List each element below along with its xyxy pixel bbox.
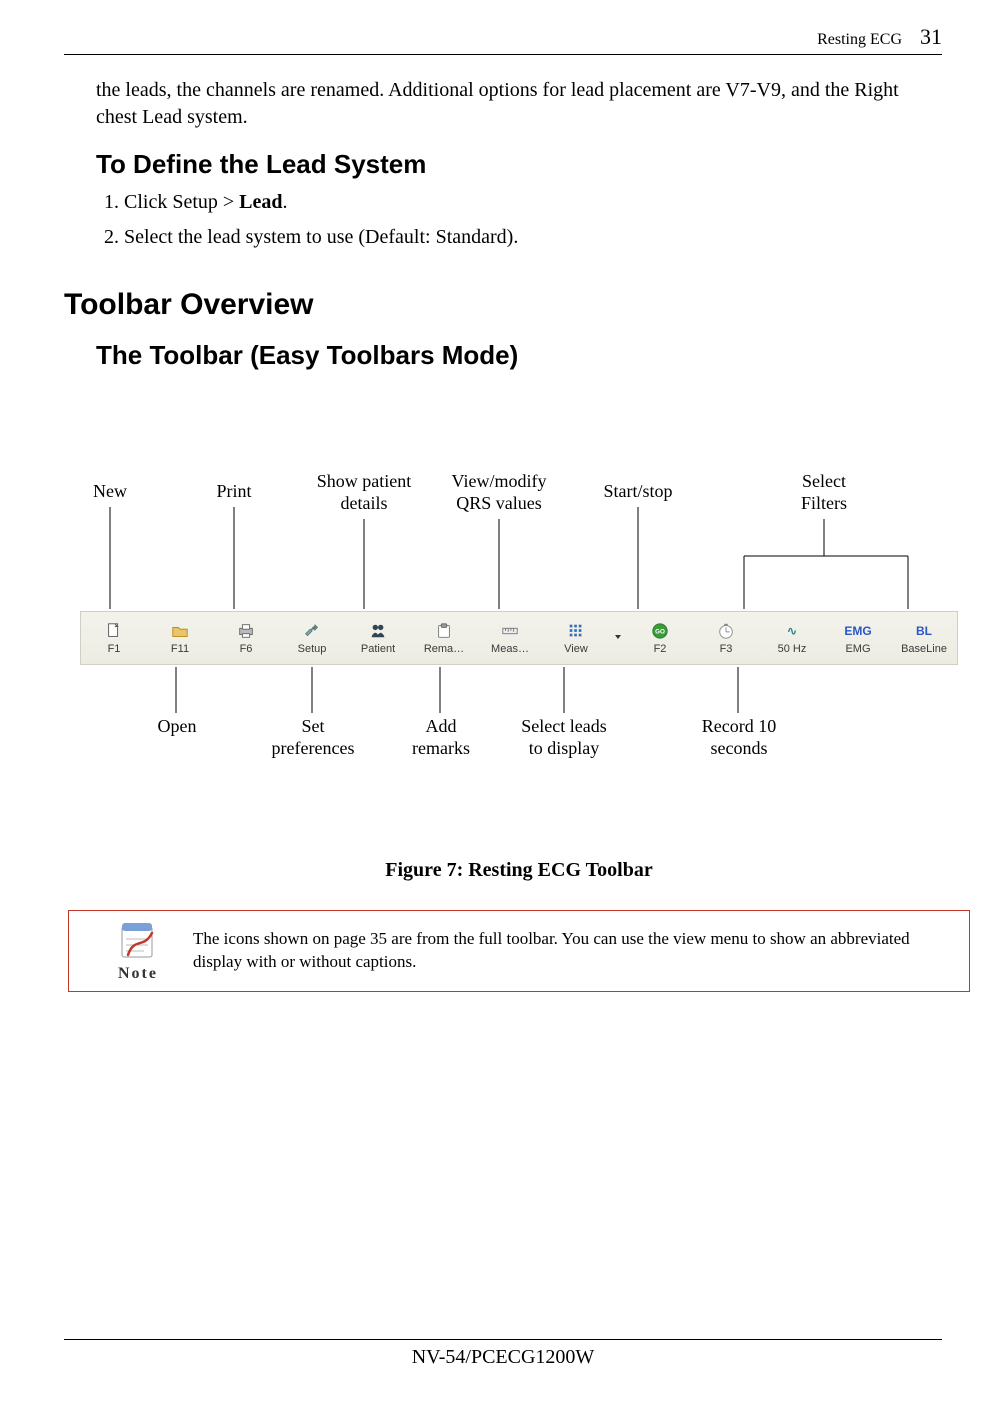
- notepad-icon: [114, 919, 162, 963]
- toolbar-caption: F2: [654, 643, 667, 655]
- clock-icon: [717, 621, 735, 641]
- callout-filters: Select Filters: [784, 471, 864, 514]
- header-section: Resting ECG: [817, 31, 902, 49]
- open-icon: [171, 621, 189, 641]
- drop-icon: [613, 627, 623, 647]
- callout-print: Print: [204, 481, 264, 503]
- toolbar-caption: View: [564, 643, 588, 655]
- toolbar-caption: F6: [240, 643, 253, 655]
- toolbar-btn-setup[interactable]: Setup: [279, 612, 345, 664]
- callout-new: New: [82, 481, 138, 503]
- toolbar-btn-f3[interactable]: F3: [693, 612, 759, 664]
- toolbar-btn-emg[interactable]: EMG EMG: [825, 612, 891, 664]
- callout-patient: Show patient details: [304, 471, 424, 514]
- toolbar-btn-patient[interactable]: Patient: [345, 612, 411, 664]
- toolbar-caption: F11: [171, 643, 189, 655]
- print-icon: [237, 621, 255, 641]
- text-icon: BL: [916, 621, 932, 641]
- grid-icon: [567, 621, 585, 641]
- toolbar-btn-f11[interactable]: F11: [147, 612, 213, 664]
- callout-leads: Select leads to display: [504, 716, 624, 759]
- define-lead-steps: Click Setup > Lead. Select the lead syst…: [96, 188, 942, 252]
- toolbar-caption: Rema…: [424, 643, 464, 655]
- note-icon-block: Note: [83, 919, 193, 983]
- callout-startstop: Start/stop: [588, 481, 688, 503]
- toolbar-caption: EMG: [845, 643, 870, 655]
- wrench-icon: [303, 621, 321, 641]
- toolbar-btn-drop[interactable]: [609, 612, 627, 664]
- figure-caption: Figure 7: Resting ECG Toolbar: [96, 859, 942, 882]
- wave-icon: ∿: [787, 621, 797, 641]
- note-text: The icons shown on page 35 are from the …: [193, 928, 955, 974]
- toolbar-caption: F1: [108, 643, 121, 655]
- toolbar-btn-f6[interactable]: F6: [213, 612, 279, 664]
- step-2: Select the lead system to use (Default: …: [124, 223, 942, 252]
- toolbar-btn-meas[interactable]: Meas…: [477, 612, 543, 664]
- people-icon: [369, 621, 387, 641]
- toolbar-btn-f1[interactable]: F1: [81, 612, 147, 664]
- toolbar-caption: BaseLine: [901, 643, 947, 655]
- note-box: Note The icons shown on page 35 are from…: [68, 910, 970, 992]
- callout-prefs: Set preferences: [258, 716, 368, 759]
- toolbar-btn-rema[interactable]: Rema…: [411, 612, 477, 664]
- intro-paragraph: the leads, the channels are renamed. Add…: [96, 77, 942, 131]
- toolbar-caption: Patient: [361, 643, 395, 655]
- toolbar-caption: Setup: [298, 643, 327, 655]
- toolbar-diagram: New Print Show patient details View/modi…: [72, 421, 966, 841]
- running-header: Resting ECG 31: [64, 24, 942, 55]
- callout-open: Open: [142, 716, 212, 738]
- page-footer: NV-54/PCECG1200W: [64, 1339, 942, 1369]
- toolbar-btn-view[interactable]: View: [543, 612, 609, 664]
- step-1: Click Setup > Lead.: [124, 188, 942, 217]
- note-label: Note: [118, 965, 158, 983]
- text-icon: EMG: [844, 621, 871, 641]
- callout-qrs: View/modify QRS values: [434, 471, 564, 514]
- toolbar-caption: F3: [720, 643, 733, 655]
- footer-text: NV-54/PCECG1200W: [64, 1346, 942, 1369]
- heading-toolbar-mode: The Toolbar (Easy Toolbars Mode): [96, 340, 942, 371]
- clip-icon: [435, 621, 453, 641]
- go-icon: GO: [651, 621, 669, 641]
- toolbar-btn-50hz[interactable]: ∿ 50 Hz: [759, 612, 825, 664]
- toolbar-caption: Meas…: [491, 643, 529, 655]
- ecg-toolbar: F1 F11 F6 Setup Patient Rema… Meas… View GO F2 F3 ∿…: [80, 611, 958, 665]
- heading-toolbar-overview: Toolbar Overview: [64, 288, 942, 322]
- callout-record: Record 10 seconds: [684, 716, 794, 759]
- toolbar-caption: 50 Hz: [778, 643, 807, 655]
- callout-remarks: Add remarks: [396, 716, 486, 759]
- svg-text:GO: GO: [655, 629, 665, 636]
- doc-icon: [105, 621, 123, 641]
- header-page-number: 31: [920, 24, 942, 50]
- ruler-icon: [501, 621, 519, 641]
- heading-define-lead: To Define the Lead System: [96, 149, 942, 180]
- toolbar-btn-f2[interactable]: GO F2: [627, 612, 693, 664]
- toolbar-btn-bl[interactable]: BL BaseLine: [891, 612, 957, 664]
